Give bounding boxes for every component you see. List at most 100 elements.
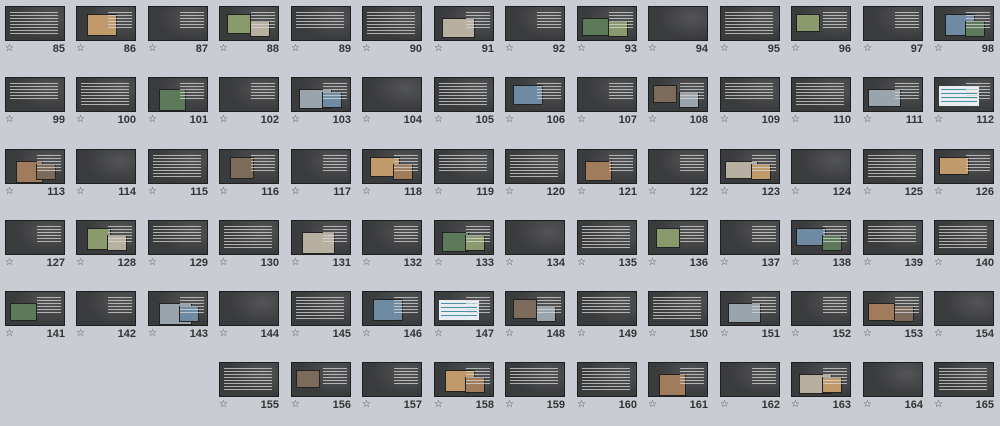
slide-transition-star-icon[interactable]: ☆ bbox=[76, 44, 85, 54]
slide-thumbnail[interactable] bbox=[219, 291, 279, 326]
slide-102[interactable]: ☆ 102 bbox=[219, 77, 279, 126]
slide-transition-star-icon[interactable]: ☆ bbox=[76, 115, 85, 125]
slide-162[interactable]: ☆ 162 bbox=[720, 362, 780, 411]
slide-thumbnail[interactable] bbox=[720, 6, 780, 41]
slide-thumbnail[interactable] bbox=[434, 77, 494, 112]
slide-thumbnail[interactable] bbox=[720, 291, 780, 326]
slide-thumbnail[interactable] bbox=[148, 149, 208, 184]
slide-transition-star-icon[interactable]: ☆ bbox=[505, 115, 514, 125]
slide-transition-star-icon[interactable]: ☆ bbox=[577, 115, 586, 125]
slide-transition-star-icon[interactable]: ☆ bbox=[648, 187, 657, 197]
slide-154[interactable]: ☆ 154 bbox=[934, 291, 994, 340]
slide-transition-star-icon[interactable]: ☆ bbox=[791, 115, 800, 125]
slide-148[interactable]: ☆ 148 bbox=[505, 291, 565, 340]
slide-transition-star-icon[interactable]: ☆ bbox=[577, 400, 586, 410]
slide-thumbnail[interactable] bbox=[791, 220, 851, 255]
slide-transition-star-icon[interactable]: ☆ bbox=[863, 115, 872, 125]
slide-thumbnail[interactable] bbox=[863, 291, 923, 326]
slide-transition-star-icon[interactable]: ☆ bbox=[434, 258, 443, 268]
slide-transition-star-icon[interactable]: ☆ bbox=[148, 187, 157, 197]
slide-119[interactable]: ☆ 119 bbox=[434, 149, 494, 198]
slide-thumbnail[interactable] bbox=[219, 149, 279, 184]
slide-140[interactable]: ☆ 140 bbox=[934, 220, 994, 269]
slide-transition-star-icon[interactable]: ☆ bbox=[791, 329, 800, 339]
slide-thumbnail[interactable] bbox=[577, 6, 637, 41]
slide-152[interactable]: ☆ 152 bbox=[791, 291, 851, 340]
slide-thumbnail[interactable] bbox=[505, 291, 565, 326]
slide-88[interactable]: ☆ 88 bbox=[219, 6, 279, 55]
slide-transition-star-icon[interactable]: ☆ bbox=[5, 187, 14, 197]
slide-transition-star-icon[interactable]: ☆ bbox=[362, 187, 371, 197]
slide-thumbnail[interactable] bbox=[5, 77, 65, 112]
slide-141[interactable]: ☆ 141 bbox=[5, 291, 65, 340]
slide-transition-star-icon[interactable]: ☆ bbox=[577, 329, 586, 339]
slide-thumbnail[interactable] bbox=[219, 77, 279, 112]
slide-thumbnail[interactable] bbox=[434, 362, 494, 397]
slide-thumbnail[interactable] bbox=[505, 6, 565, 41]
slide-109[interactable]: ☆ 109 bbox=[720, 77, 780, 126]
slide-135[interactable]: ☆ 135 bbox=[577, 220, 637, 269]
slide-transition-star-icon[interactable]: ☆ bbox=[577, 258, 586, 268]
slide-transition-star-icon[interactable]: ☆ bbox=[934, 400, 943, 410]
slide-transition-star-icon[interactable]: ☆ bbox=[76, 329, 85, 339]
slide-transition-star-icon[interactable]: ☆ bbox=[148, 44, 157, 54]
slide-thumbnail[interactable] bbox=[148, 6, 208, 41]
slide-transition-star-icon[interactable]: ☆ bbox=[791, 187, 800, 197]
slide-transition-star-icon[interactable]: ☆ bbox=[219, 44, 228, 54]
slide-thumbnail[interactable] bbox=[577, 149, 637, 184]
slide-thumbnail[interactable] bbox=[362, 291, 422, 326]
slide-137[interactable]: ☆ 137 bbox=[720, 220, 780, 269]
slide-149[interactable]: ☆ 149 bbox=[577, 291, 637, 340]
slide-132[interactable]: ☆ 132 bbox=[362, 220, 422, 269]
slide-transition-star-icon[interactable]: ☆ bbox=[648, 329, 657, 339]
slide-thumbnail[interactable] bbox=[505, 362, 565, 397]
slide-thumbnail[interactable] bbox=[648, 6, 708, 41]
slide-110[interactable]: ☆ 110 bbox=[791, 77, 851, 126]
slide-153[interactable]: ☆ 153 bbox=[863, 291, 923, 340]
slide-transition-star-icon[interactable]: ☆ bbox=[362, 44, 371, 54]
slide-transition-star-icon[interactable]: ☆ bbox=[648, 115, 657, 125]
slide-transition-star-icon[interactable]: ☆ bbox=[291, 187, 300, 197]
slide-111[interactable]: ☆ 111 bbox=[863, 77, 923, 126]
slide-transition-star-icon[interactable]: ☆ bbox=[5, 115, 14, 125]
slide-92[interactable]: ☆ 92 bbox=[505, 6, 565, 55]
slide-transition-star-icon[interactable]: ☆ bbox=[720, 329, 729, 339]
slide-142[interactable]: ☆ 142 bbox=[76, 291, 136, 340]
slide-transition-star-icon[interactable]: ☆ bbox=[219, 400, 228, 410]
slide-thumbnail[interactable] bbox=[791, 77, 851, 112]
slide-thumbnail[interactable] bbox=[219, 220, 279, 255]
slide-thumbnail[interactable] bbox=[934, 6, 994, 41]
slide-118[interactable]: ☆ 118 bbox=[362, 149, 422, 198]
slide-transition-star-icon[interactable]: ☆ bbox=[76, 187, 85, 197]
slide-117[interactable]: ☆ 117 bbox=[291, 149, 351, 198]
slide-transition-star-icon[interactable]: ☆ bbox=[863, 187, 872, 197]
slide-transition-star-icon[interactable]: ☆ bbox=[148, 115, 157, 125]
slide-123[interactable]: ☆ 123 bbox=[720, 149, 780, 198]
slide-thumbnail[interactable] bbox=[720, 220, 780, 255]
slide-transition-star-icon[interactable]: ☆ bbox=[577, 187, 586, 197]
slide-thumbnail[interactable] bbox=[291, 291, 351, 326]
slide-thumbnail[interactable] bbox=[577, 291, 637, 326]
slide-100[interactable]: ☆ 100 bbox=[76, 77, 136, 126]
slide-thumbnail[interactable] bbox=[720, 77, 780, 112]
slide-transition-star-icon[interactable]: ☆ bbox=[720, 115, 729, 125]
slide-transition-star-icon[interactable]: ☆ bbox=[148, 329, 157, 339]
slide-transition-star-icon[interactable]: ☆ bbox=[362, 258, 371, 268]
slide-96[interactable]: ☆ 96 bbox=[791, 6, 851, 55]
slide-transition-star-icon[interactable]: ☆ bbox=[362, 115, 371, 125]
slide-thumbnail[interactable] bbox=[76, 291, 136, 326]
slide-85[interactable]: ☆ 85 bbox=[5, 6, 65, 55]
slide-transition-star-icon[interactable]: ☆ bbox=[505, 258, 514, 268]
slide-thumbnail[interactable] bbox=[577, 220, 637, 255]
slide-thumbnail[interactable] bbox=[505, 149, 565, 184]
slide-127[interactable]: ☆ 127 bbox=[5, 220, 65, 269]
slide-97[interactable]: ☆ 97 bbox=[863, 6, 923, 55]
slide-150[interactable]: ☆ 150 bbox=[648, 291, 708, 340]
slide-93[interactable]: ☆ 93 bbox=[577, 6, 637, 55]
slide-transition-star-icon[interactable]: ☆ bbox=[720, 400, 729, 410]
slide-89[interactable]: ☆ 89 bbox=[291, 6, 351, 55]
slide-91[interactable]: ☆ 91 bbox=[434, 6, 494, 55]
slide-130[interactable]: ☆ 130 bbox=[219, 220, 279, 269]
slide-transition-star-icon[interactable]: ☆ bbox=[934, 329, 943, 339]
slide-transition-star-icon[interactable]: ☆ bbox=[76, 258, 85, 268]
